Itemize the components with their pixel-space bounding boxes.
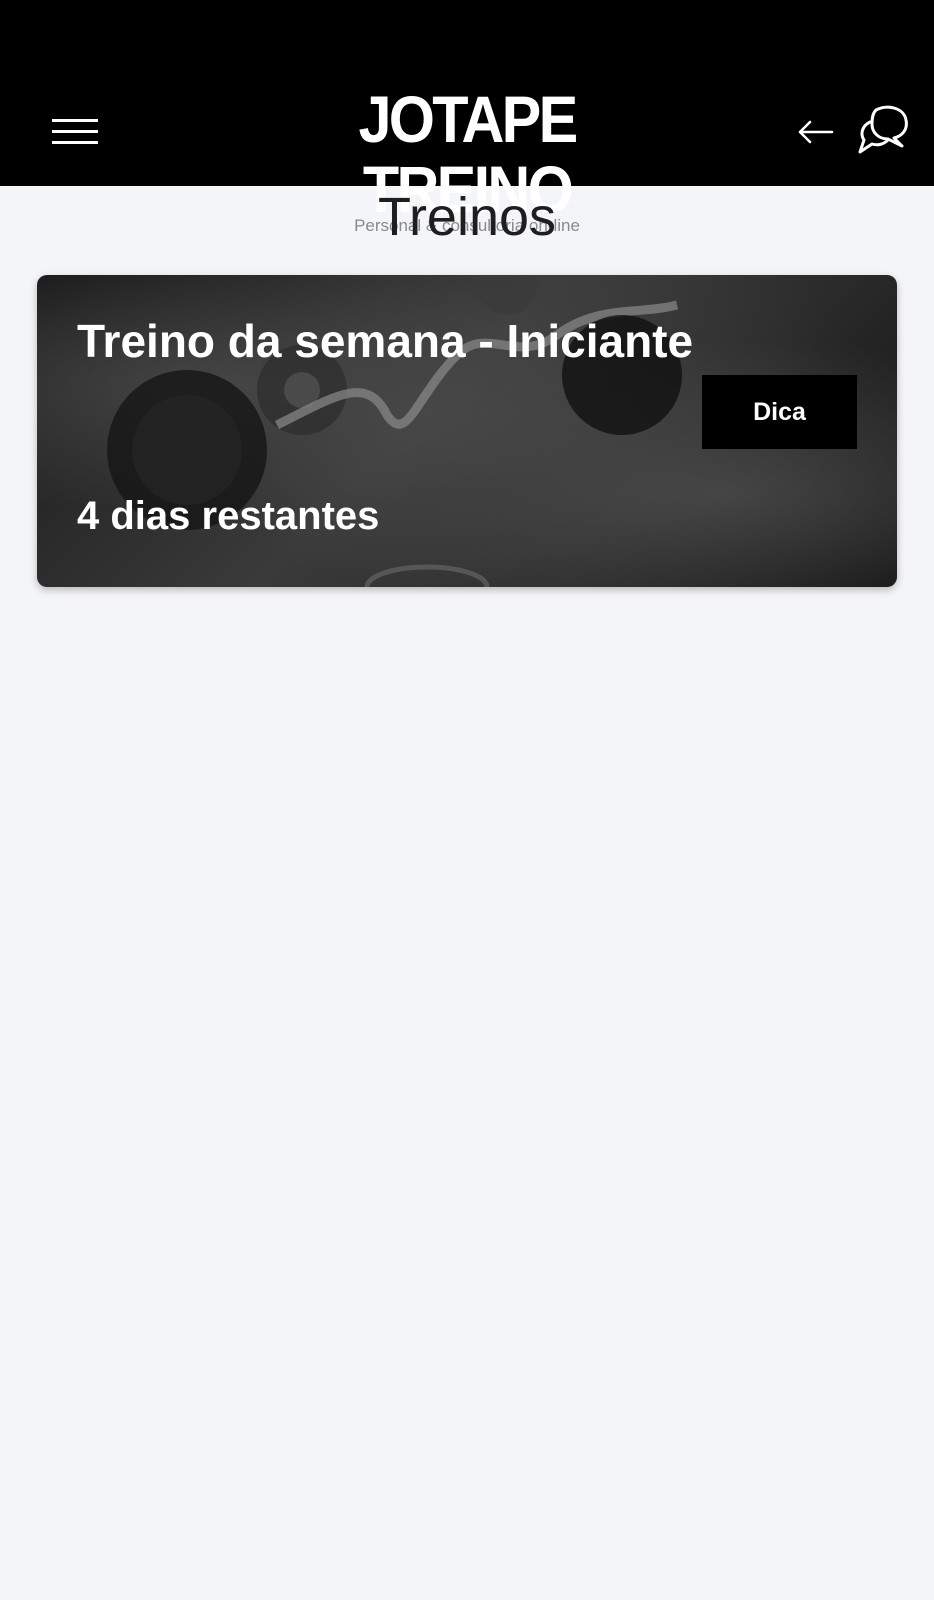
brand-logo: JOTAPE TREINO Personal & consultoria on-… [262, 84, 672, 235]
workout-title: Treino da semana - Iniciante [77, 315, 694, 367]
tip-button[interactable]: Dica [702, 375, 857, 449]
workout-card[interactable]: Treino da semana - Iniciante Dica 4 dias… [37, 275, 897, 587]
days-remaining: 4 dias restantes [77, 494, 380, 538]
app-header: JOTAPE TREINO Personal & consultoria on-… [0, 0, 934, 235]
chat-bubbles-icon[interactable] [856, 102, 912, 158]
hamburger-menu-icon[interactable] [46, 108, 104, 154]
page-title: Treinos [377, 187, 557, 247]
arrow-left-icon[interactable] [796, 112, 836, 152]
